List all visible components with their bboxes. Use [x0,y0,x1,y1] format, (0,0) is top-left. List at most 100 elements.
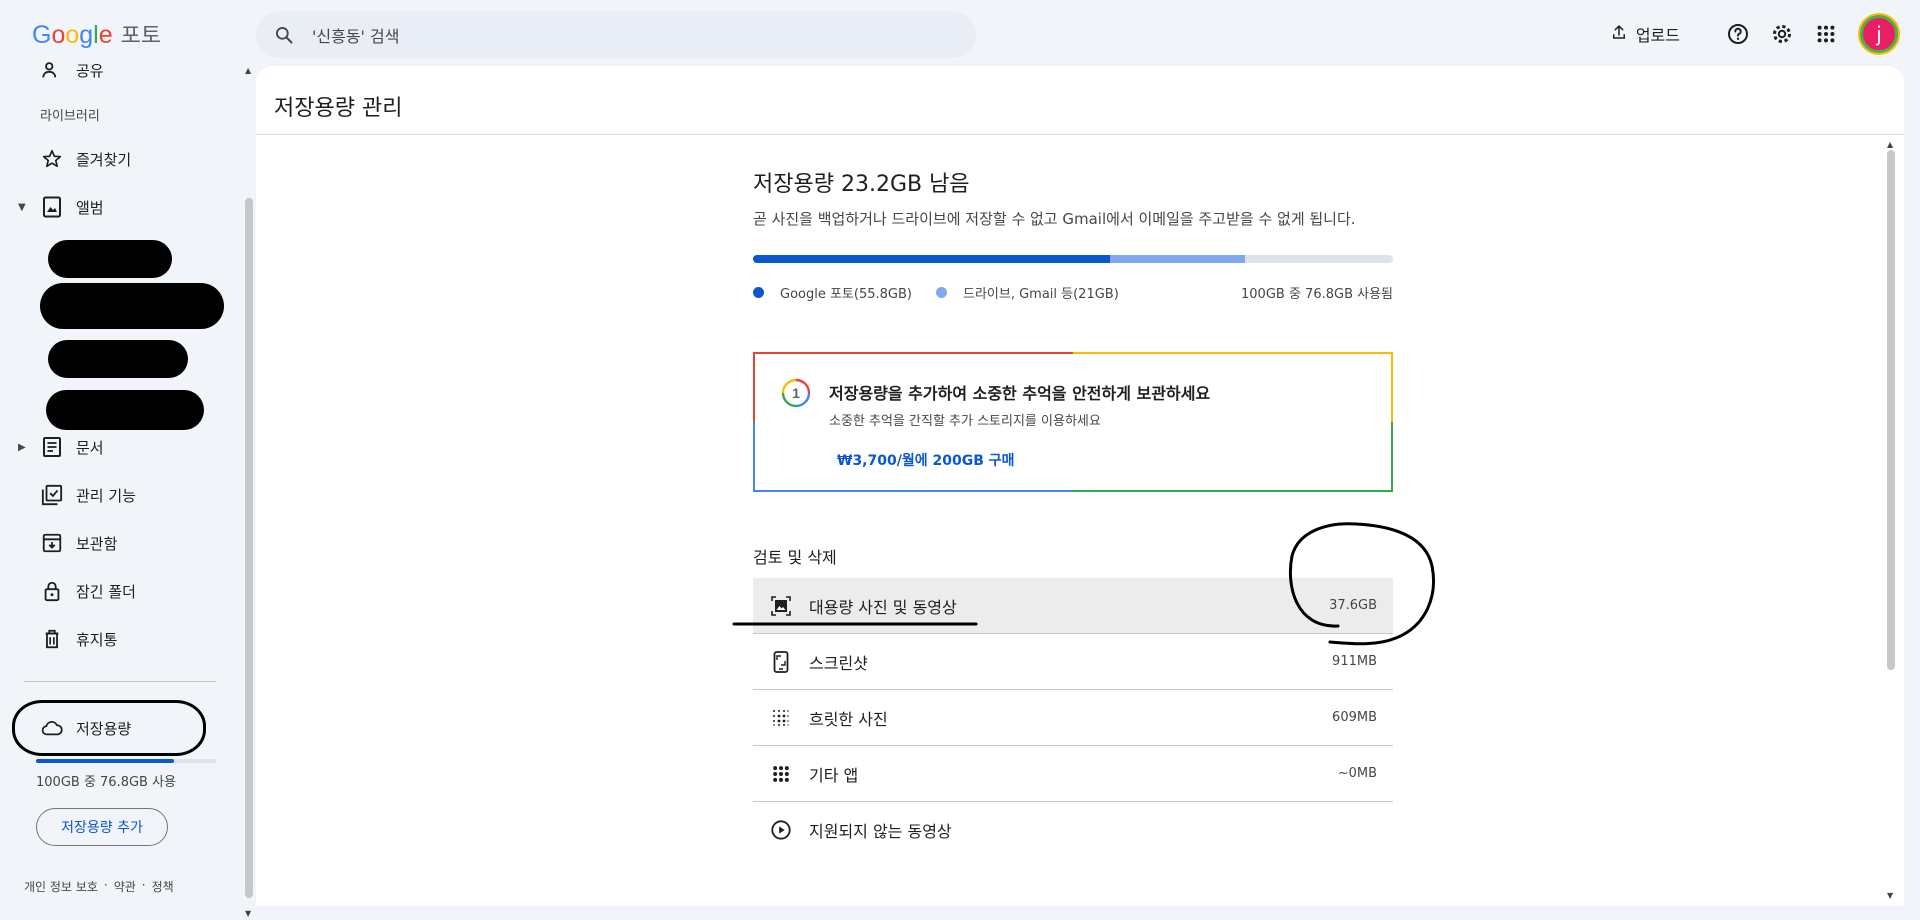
apps-grid-icon [1817,25,1835,43]
apps-grid-icon [769,762,793,786]
review-list: 대용량 사진 및 동영상 37.6GB 스크린샷 911MB 흐릿한 사진 60… [753,578,1393,858]
scroll-up-icon[interactable]: ▲ [1887,140,1893,149]
search-input[interactable]: '신흥동' 검색 [312,23,399,47]
logo-letter: o [65,21,80,49]
buy-storage-link[interactable]: ₩3,700/월에 200GB 구매 [837,450,1015,470]
avatar[interactable]: j [1860,15,1898,53]
apps-button[interactable] [1804,12,1848,56]
album-icon [40,195,64,219]
search-bar[interactable]: '신흥동' 검색 [256,11,976,58]
people-icon [40,60,64,82]
sidebar-scroll-thumb[interactable] [245,198,253,898]
sidebar-item-locked-folder[interactable]: 잠긴 폴더 [0,569,230,613]
legend-other: 드라이브, Gmail 등(21GB) [935,283,1119,302]
review-item-label: 지원되지 않는 동영상 [809,822,952,841]
play-circle-icon [769,818,793,842]
sidebar-item-label: 보관함 [76,534,118,553]
legend-dot [753,287,764,298]
sidebar-item-archive[interactable]: 보관함 [0,521,230,565]
caret-down-icon[interactable]: ▼ [18,202,26,213]
sidebar-item-label: 잠긴 폴더 [76,582,136,601]
storage-usage-bar [753,255,1393,263]
star-icon [40,147,64,171]
top-actions: 업로드 j [1610,12,1920,56]
storage-usage-text: 100GB 중 76.8GB 사용 [36,775,177,790]
google-photos-logo[interactable]: Google 포토 [32,18,161,50]
review-item-large-files[interactable]: 대용량 사진 및 동영상 37.6GB [753,578,1393,634]
photos-usage-segment [753,255,1111,263]
sidebar-item-sharing[interactable]: 공유 [0,60,230,92]
review-item-unsupported-videos[interactable]: 지원되지 않는 동영상 [753,802,1393,858]
storage-progress-bar [36,759,216,763]
main-scrollbar[interactable]: ▲ ▼ [1886,140,1896,900]
sidebar-item-favorites[interactable]: 즐겨찾기 [0,137,230,181]
product-name: 포토 [120,23,162,48]
legend-photos-label: Google 포토(55.8GB) [780,287,912,302]
card-border [753,490,1393,492]
sidebar-item-label: 관리 기능 [76,486,136,505]
upgrade-card-title: 저장용량을 추가하여 소중한 추억을 안전하게 보관하세요 [829,384,1211,403]
logo-letter: G [32,21,52,49]
review-item-blurry[interactable]: 흐릿한 사진 609MB [753,690,1393,746]
upload-button[interactable]: 업로드 [1610,22,1680,46]
review-item-label: 대용량 사진 및 동영상 [809,597,957,617]
review-section-title: 검토 및 삭제 [753,548,837,567]
logo-letter: e [98,21,113,49]
sidebar-item-documents[interactable]: ▶ 문서 [0,425,230,469]
page-title: 저장용량 관리 [274,96,403,121]
sidebar-item-label: 즐겨찾기 [76,150,132,169]
sidebar-item-utilities[interactable]: 관리 기능 [0,473,230,517]
usage-legend: Google 포토(55.8GB) 드라이브, Gmail 등(21GB) 10… [753,283,1393,302]
gear-icon [1773,25,1791,43]
review-item-label: 스크린샷 [809,653,868,673]
review-item-other-apps[interactable]: 기타 앱 ~0MB [753,746,1393,802]
sidebar: 공유 라이브러리 즐겨찾기 ▼ 앨범 ▶ 문서 관리 기능 보관함 잠긴 폴더 … [0,60,244,920]
review-item-screenshots[interactable]: 스크린샷 911MB [753,634,1393,690]
storage-progress-fill [36,759,175,763]
sidebar-item-label: 공유 [76,61,104,80]
add-storage-button[interactable]: 저장용량 추가 [36,808,168,846]
card-border [753,352,1393,354]
legend-dot [935,287,947,298]
review-item-size: 911MB [1332,654,1377,669]
footer-separator: · [141,878,146,892]
document-icon [40,435,64,459]
review-item-size: ~0MB [1337,766,1377,781]
large-photo-icon [769,594,793,618]
google-one-number: 1 [792,385,800,401]
footer-links: 개인 정보 보호 · 약관 · 정책 [24,878,174,895]
redaction-mark [48,240,172,278]
sidebar-item-albums[interactable]: ▼ 앨범 [0,185,230,229]
scroll-down-icon[interactable]: ▼ [245,909,251,918]
policy-link[interactable]: 정책 [152,878,174,895]
scroll-down-icon[interactable]: ▼ [1887,891,1893,900]
storage-content: 저장용량 23.2GB 남음 곧 사진을 백업하거나 드라이브에 저장할 수 없… [753,166,1393,858]
main-scroll-thumb[interactable] [1887,150,1895,670]
other-usage-segment [1110,255,1245,263]
logo-letter: g [79,21,94,49]
redaction-mark [48,340,188,378]
privacy-link[interactable]: 개인 정보 보호 [24,878,98,895]
settings-button[interactable] [1760,12,1804,56]
upload-label: 업로드 [1635,26,1680,45]
upload-icon [1610,23,1628,45]
review-item-label: 흐릿한 사진 [809,709,888,729]
sidebar-scrollbar[interactable]: ▲ ▼ [244,66,254,920]
help-button[interactable] [1716,12,1760,56]
main-header: 저장용량 관리 [256,66,1904,135]
scroll-up-icon[interactable]: ▲ [245,66,251,75]
storage-annotation-circle [12,700,206,756]
trash-icon [40,627,64,651]
terms-link[interactable]: 약관 [114,878,136,895]
sidebar-item-trash[interactable]: 휴지통 [0,617,230,661]
legend-other-label: 드라이브, Gmail 등(21GB) [962,287,1119,302]
checklist-icon [40,483,64,507]
search-icon[interactable] [256,25,312,45]
top-bar: Google 포토 '신흥동' 검색 업로드 j [0,0,1920,66]
upgrade-card-subtitle: 소중한 추억을 간직할 추가 스토리지를 이용하세요 [829,414,1101,429]
sidebar-divider [24,681,216,682]
review-item-label: 기타 앱 [809,765,859,785]
review-item-size: 37.6GB [1329,598,1377,613]
caret-right-icon[interactable]: ▶ [18,442,26,453]
card-border [1391,352,1393,492]
